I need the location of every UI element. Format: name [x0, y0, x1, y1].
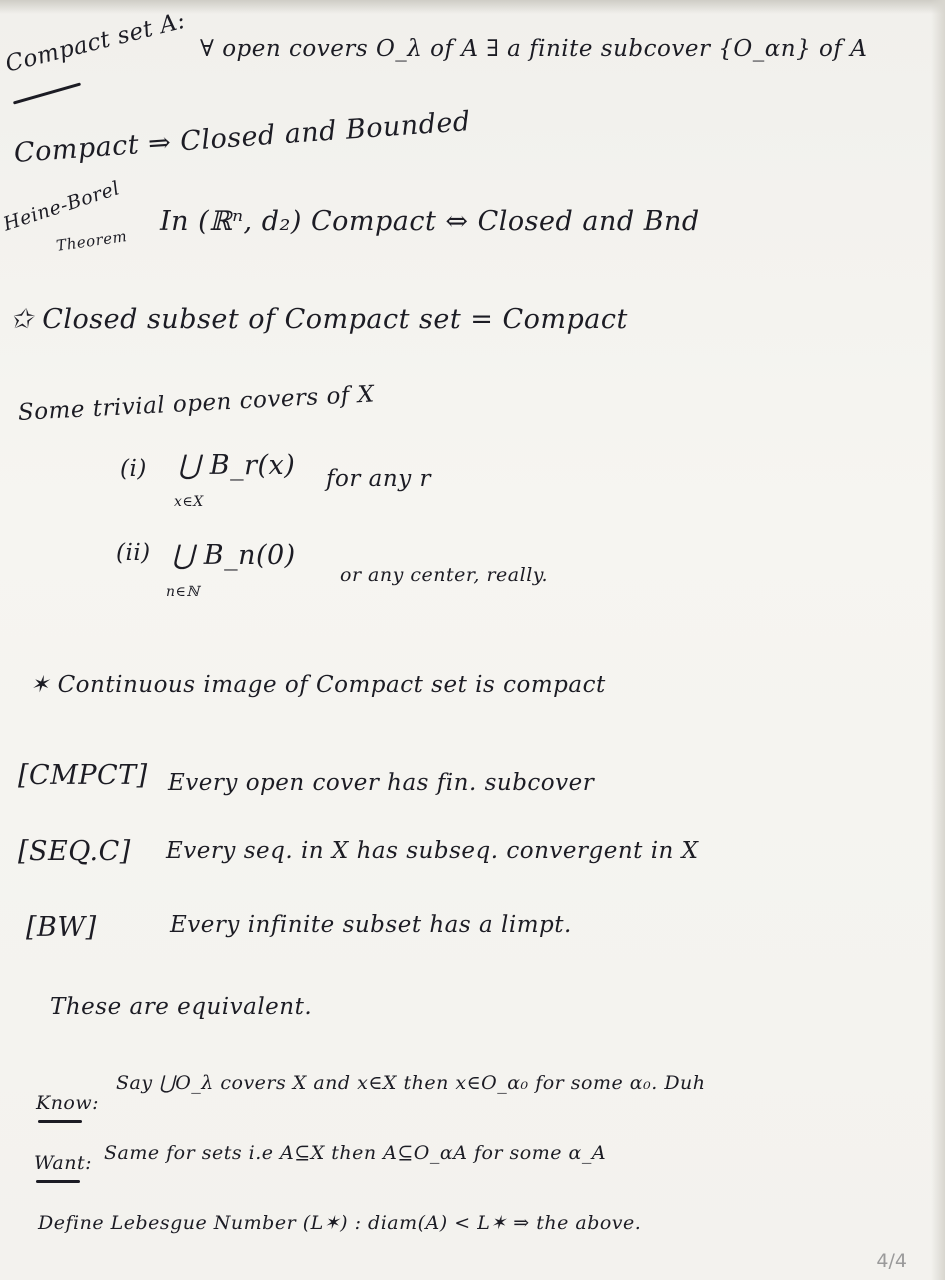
compact-set-label: Compact set A: — [2, 7, 189, 78]
want-label: Want: — [34, 1152, 92, 1174]
cmpct-tag: [CMPCT] — [18, 760, 148, 791]
seqc-tag: [SEQ.C] — [18, 836, 131, 867]
bw-statement: Every infinite subset has a limpt. — [170, 912, 572, 938]
cover-ii-number: (ii) — [116, 540, 151, 566]
cover-i-note: for any r — [326, 466, 431, 492]
heine-borel-theorem-label: Theorem — [55, 227, 129, 255]
seqc-statement: Every seq. in X has subseq. convergent i… — [166, 838, 699, 864]
cover-i-union: ⋃ B_r(x) — [178, 450, 296, 481]
lebesgue-number-definition: Define Lebesgue Number (L✶) : diam(A) < … — [38, 1212, 642, 1234]
cover-i-index: x∈X — [174, 494, 204, 510]
want-underline — [36, 1180, 80, 1183]
know-statement: Say ⋃O_λ covers X and x∈X then x∈O_α₀ fo… — [116, 1072, 706, 1094]
heine-borel-statement: In (ℝⁿ, d₂) Compact ⇔ Closed and Bnd — [160, 206, 700, 237]
compact-set-underline — [12, 82, 82, 105]
closed-subset-of-compact: ✩ Closed subset of Compact set = Compact — [10, 304, 628, 335]
compact-implies-closed-bounded: Compact ⇒ Closed and Bounded — [12, 106, 472, 169]
cmpct-statement: Every open cover has fin. subcover — [168, 770, 595, 796]
compact-definition-text: ∀ open covers O_λ of A ∃ a finite subcov… — [200, 36, 868, 62]
continuous-image-statement: ✶ Continuous image of Compact set is com… — [30, 672, 606, 698]
want-statement: Same for sets i.e A⊆X then A⊆O_αA for so… — [104, 1142, 607, 1164]
equivalence-note: These are equivalent. — [50, 994, 313, 1020]
cover-ii-index: n∈ℕ — [166, 584, 200, 600]
page-number: 4/4 — [876, 1250, 907, 1272]
bw-tag: [BW] — [26, 912, 97, 943]
know-label: Know: — [36, 1092, 100, 1114]
page-right-edge — [931, 0, 945, 1280]
cover-i-number: (i) — [120, 456, 147, 482]
trivial-open-covers-heading: Some trivial open covers of X — [17, 381, 376, 426]
notebook-page: Compact set A: ∀ open covers O_λ of A ∃ … — [0, 0, 945, 1280]
heine-borel-label: Heine-Borel — [0, 177, 123, 236]
know-underline — [38, 1120, 82, 1123]
page-top-edge — [0, 0, 945, 14]
cover-ii-union: ⋃ B_n(0) — [172, 540, 296, 571]
cover-ii-note: or any center, really. — [340, 564, 549, 586]
